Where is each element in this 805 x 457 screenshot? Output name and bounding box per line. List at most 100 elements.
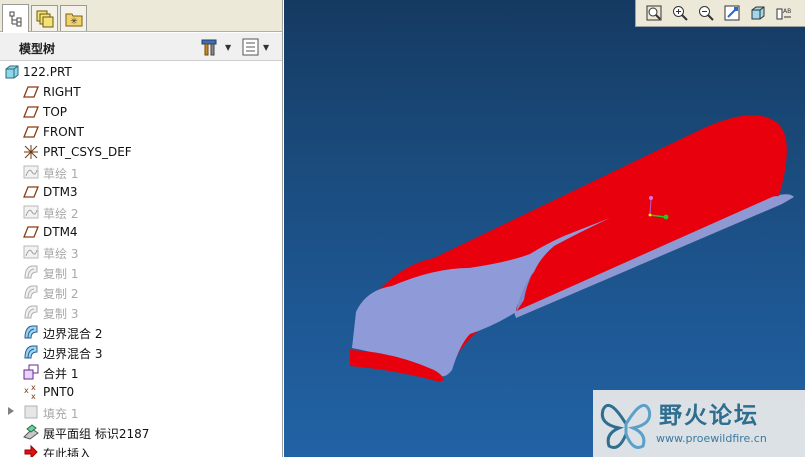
tree-item-label: 复制 3 xyxy=(43,307,79,321)
zoom-fit-icon xyxy=(646,5,661,21)
watermark-url: www.proewildfire.cn xyxy=(656,432,767,445)
datum-plane-icon xyxy=(23,186,39,198)
svg-text:AB: AB xyxy=(783,8,791,15)
tree-item-front-plane[interactable]: FRONT xyxy=(0,122,282,142)
zoom-in-button[interactable] xyxy=(668,2,691,24)
tools-icon xyxy=(201,39,217,56)
model-tree-title: 模型树 xyxy=(19,42,56,56)
datum-plane-icon xyxy=(23,106,39,118)
tree-item-label: 边界混合 2 xyxy=(43,327,103,341)
tree-item-flatten-quilt[interactable]: 展平面组 标识2187 xyxy=(0,422,282,442)
copy-icon xyxy=(24,265,38,279)
tree-item-pnt0[interactable]: x x x PNT0 xyxy=(0,382,282,402)
tree-item-label: 草绘 1 xyxy=(43,167,79,181)
tree-item-boundary-blend-3[interactable]: 边界混合 3 xyxy=(0,342,282,362)
tree-item-label: TOP xyxy=(43,105,68,119)
tree-item-label: RIGHT xyxy=(43,85,81,99)
tree-item-copy-1[interactable]: 复制 1 xyxy=(0,262,282,282)
tree-item-label: 122.PRT xyxy=(23,65,72,79)
model-3d-view[interactable] xyxy=(284,0,805,457)
zoom-in-icon xyxy=(672,6,688,21)
tree-item-dtm4[interactable]: DTM4 xyxy=(0,222,282,242)
repaint-icon xyxy=(724,5,739,21)
layers-icon xyxy=(36,10,53,27)
zoom-out-button[interactable] xyxy=(694,2,717,24)
boundary-blend-icon xyxy=(24,345,38,359)
insert-here-arrow-icon xyxy=(24,444,38,457)
merge-icon xyxy=(23,364,39,380)
tree-item-label: 合并 1 xyxy=(43,367,79,381)
datum-plane-icon xyxy=(23,86,39,98)
expand-arrow-icon[interactable] xyxy=(8,407,14,415)
tree-item-right-plane[interactable]: RIGHT xyxy=(0,82,282,102)
tab-layers[interactable] xyxy=(31,5,58,31)
tree-item-label: PNT0 xyxy=(43,385,75,399)
tree-item-label: 在此插入 xyxy=(43,447,92,457)
tree-item-top-plane[interactable]: TOP xyxy=(0,102,282,122)
flatten-quilt-icon xyxy=(23,424,39,440)
tree-item-merge-1[interactable]: 合并 1 xyxy=(0,362,282,382)
fill-icon xyxy=(24,405,38,419)
model-tree-header: 模型树 ▼ ▼ xyxy=(0,33,282,61)
tree-item-label: DTM3 xyxy=(43,185,78,199)
tree-item-sketch-2[interactable]: 草绘 2 xyxy=(0,202,282,222)
tree-item-label: 复制 1 xyxy=(43,267,79,281)
tab-model-tree[interactable] xyxy=(2,4,29,32)
csys-icon xyxy=(24,145,38,159)
datum-point-icon: x x x xyxy=(24,384,36,400)
part-icon xyxy=(5,65,19,79)
tree-item-csys[interactable]: PRT_CSYS_DEF xyxy=(0,142,282,162)
datum-plane-icon xyxy=(23,126,39,138)
sketch-icon xyxy=(23,205,39,219)
sketch-icon xyxy=(23,165,39,179)
butterfly-logo-icon xyxy=(600,403,652,449)
tree-item-label: PRT_CSYS_DEF xyxy=(43,145,132,159)
tree-show-button[interactable]: ▼ xyxy=(242,38,278,56)
view-orientation-button[interactable] xyxy=(746,2,769,24)
zoom-fit-button[interactable] xyxy=(642,2,665,24)
tree-item-copy-3[interactable]: 复制 3 xyxy=(0,302,282,322)
tree-item-label: 填充 1 xyxy=(43,407,79,421)
repaint-button[interactable] xyxy=(720,2,743,24)
navigator-tabs: ✳ xyxy=(0,0,282,32)
tree-item-copy-2[interactable]: 复制 2 xyxy=(0,282,282,302)
boundary-blend-icon xyxy=(24,325,38,339)
tree-item-insert-here[interactable]: 在此插入 xyxy=(0,442,282,457)
tree-item-fill-1[interactable]: 填充 1 xyxy=(0,402,282,422)
model-tree-icon xyxy=(9,11,21,26)
tree-item-part[interactable]: 122.PRT xyxy=(0,62,282,82)
tree-item-boundary-blend-2[interactable]: 边界混合 2 xyxy=(0,322,282,342)
tree-item-label: 展平面组 标识2187 xyxy=(43,427,150,441)
datum-plane-icon xyxy=(23,226,39,238)
svg-text:✳: ✳ xyxy=(70,17,78,27)
view-toolbar: AB xyxy=(635,0,805,27)
tree-item-sketch-1[interactable]: 草绘 1 xyxy=(0,162,282,182)
zoom-out-icon xyxy=(698,6,714,21)
graphics-viewport[interactable]: AB 野火论坛 www.proewildfire.cn xyxy=(284,0,805,457)
copy-icon xyxy=(24,285,38,299)
watermark-title: 野火论坛 xyxy=(659,403,759,429)
copy-icon xyxy=(24,305,38,319)
tree-item-label: FRONT xyxy=(43,125,84,139)
saved-views-button[interactable]: AB xyxy=(772,2,795,24)
tree-item-label: 草绘 2 xyxy=(43,207,79,221)
svg-text:x: x xyxy=(24,386,29,395)
view-orientation-icon xyxy=(751,6,764,20)
sketch-icon xyxy=(23,245,39,259)
tree-item-sketch-3[interactable]: 草绘 3 xyxy=(0,242,282,262)
folder-star-icon: ✳ xyxy=(65,13,82,27)
tab-favorites[interactable]: ✳ xyxy=(60,5,87,31)
tree-settings-button[interactable]: ▼ xyxy=(200,38,236,56)
tree-item-label: 复制 2 xyxy=(43,287,79,301)
model-tree-panel: ✳ 模型树 ▼ ▼ 122.PRT RIGHT TOP FRONT PRT_CS… xyxy=(0,0,283,457)
svg-text:x: x xyxy=(31,392,36,400)
saved-views-icon: AB xyxy=(776,8,791,20)
tree-item-label: DTM4 xyxy=(43,225,78,239)
chevron-down-icon: ▼ xyxy=(225,42,232,52)
tree-item-label: 边界混合 3 xyxy=(43,347,103,361)
tree-item-dtm3[interactable]: DTM3 xyxy=(0,182,282,202)
list-icon xyxy=(242,38,259,56)
chevron-down-icon: ▼ xyxy=(263,42,270,52)
watermark: 野火论坛 www.proewildfire.cn xyxy=(593,390,805,457)
tree-item-label: 草绘 3 xyxy=(43,247,79,261)
